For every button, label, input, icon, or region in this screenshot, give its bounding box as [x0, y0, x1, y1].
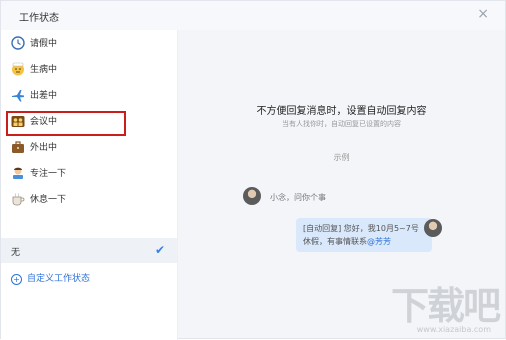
status-item-travel[interactable]: 出差中 [1, 82, 177, 108]
status-label: 休息一下 [30, 195, 67, 205]
preview-panel: 不方便回复消息时，设置自动回复内容 当有人找你时，自动回复已设置的内容 示例 小… [178, 30, 505, 338]
status-label: 外出中 [30, 143, 58, 153]
clock-icon [11, 36, 25, 50]
work-status-dialog: 工作状态 × 请假中 生病中 出差中 会议中 外出中 专注一下 休息一下 无 ✔… [0, 0, 506, 340]
watermark-logo: 下载吧 [390, 284, 501, 328]
sick-face-icon [12, 62, 24, 76]
status-label: 生病中 [30, 65, 58, 75]
plus-circle-icon: + [11, 274, 22, 285]
sender-avatar [243, 187, 261, 205]
check-icon: ✔ [154, 243, 165, 257]
status-label: 请假中 [30, 39, 58, 49]
status-item-leave[interactable]: 请假中 [1, 30, 177, 56]
airplane-icon [12, 90, 24, 102]
focus-person-icon [13, 167, 23, 179]
status-label: 出差中 [30, 91, 58, 101]
status-item-sick[interactable]: 生病中 [1, 56, 177, 82]
custom-status-label: 自定义工作状态 [27, 274, 91, 284]
preview-heading: 不方便回复消息时，设置自动回复内容 [256, 106, 427, 117]
highlight-annotation-box [6, 111, 126, 136]
watermark-url: www.xiazaiba.com [416, 325, 491, 334]
status-item-none[interactable]: 无 ✔ [1, 238, 177, 263]
status-item-focus[interactable]: 专注一下 [1, 160, 177, 186]
close-icon[interactable]: × [477, 6, 489, 22]
dialog-titlebar: 工作状态 × [1, 1, 505, 31]
auto-reply-bubble: [自动回复] 您好，我10月5~7号休假，有事情联系@芳芳 [296, 218, 432, 252]
contact-mention: @芳芳 [367, 237, 391, 246]
incoming-message: 小念，问你个事 [270, 193, 326, 202]
example-label: 示例 [333, 153, 350, 162]
custom-status-link[interactable]: + 自定义工作状态 [11, 271, 90, 285]
preview-subheading: 当有人找你时，自动回复已设置的内容 [282, 120, 401, 128]
briefcase-icon [12, 141, 24, 153]
status-label: 无 [11, 248, 21, 258]
dialog-title: 工作状态 [19, 13, 59, 24]
status-label: 专注一下 [30, 169, 67, 179]
auto-reply-text: [自动回复] 您好，我10月5~7号休假，有事情联系 [303, 224, 419, 246]
status-list: 请假中 生病中 出差中 会议中 外出中 专注一下 休息一下 无 ✔ + 自定义工… [1, 30, 178, 340]
status-item-rest[interactable]: 休息一下 [1, 186, 177, 212]
status-item-out[interactable]: 外出中 [1, 134, 177, 160]
coffee-icon [12, 193, 25, 206]
self-avatar [424, 219, 442, 237]
